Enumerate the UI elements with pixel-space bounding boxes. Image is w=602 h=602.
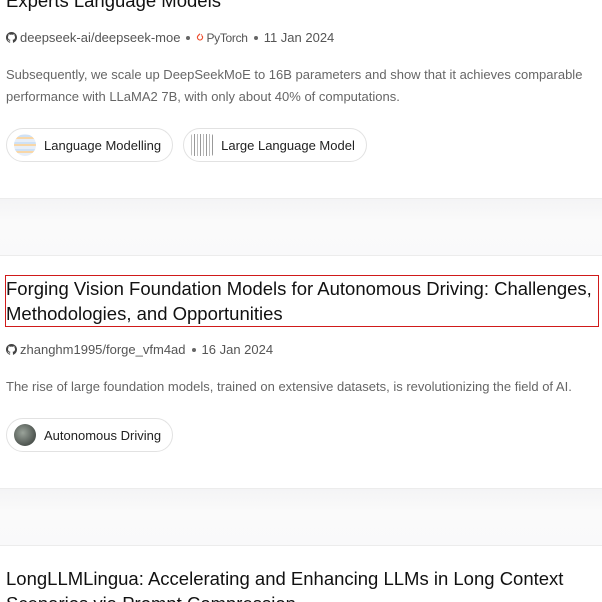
github-icon xyxy=(6,344,17,355)
pytorch-icon xyxy=(197,33,204,41)
github-icon xyxy=(6,32,17,43)
tag-label: Large Language Model xyxy=(221,137,355,153)
paper-card-longllmlingua: LongLLMLingua: Accelerating and Enhancin… xyxy=(0,546,602,602)
section-divider xyxy=(0,198,602,256)
paper-title[interactable]: LongLLMLingua: Accelerating and Enhancin… xyxy=(6,566,598,602)
paper-title[interactable]: Experts Language Models xyxy=(6,0,598,13)
task-tags: Autonomous Driving xyxy=(6,418,174,452)
task-tags: Language Modelling Large Language Model xyxy=(6,128,367,162)
task-thumbnail-icon xyxy=(14,424,36,446)
paper-card-forge-vfm4ad: Forging Vision Foundation Models for Aut… xyxy=(0,256,602,488)
repo-link[interactable]: deepseek-ai/deepseek-moe xyxy=(20,30,180,45)
tag-label: Language Modelling xyxy=(44,137,162,153)
tag-language-modelling[interactable]: Language Modelling xyxy=(6,128,174,162)
tag-large-language-model[interactable]: Large Language Model xyxy=(183,128,367,162)
paper-meta: deepseek-ai/deepseek-moe PyTorch 11 Jan … xyxy=(6,30,334,45)
paper-card-deepseek-moe: Experts Language Models deepseek-ai/deep… xyxy=(0,0,602,198)
framework-label: PyTorch xyxy=(206,30,248,45)
separator-dot xyxy=(253,35,258,40)
framework-badge: PyTorch xyxy=(196,30,248,45)
paper-date: 16 Jan 2024 xyxy=(201,342,274,357)
paper-title[interactable]: Forging Vision Foundation Models for Aut… xyxy=(5,275,599,327)
repo-link[interactable]: zhanghm1995/forge_vfm4ad xyxy=(20,342,186,357)
tag-autonomous-driving[interactable]: Autonomous Driving xyxy=(6,418,174,452)
paper-abstract: Subsequently, we scale up DeepSeekMoE to… xyxy=(6,67,583,104)
separator-dot xyxy=(186,35,191,40)
paper-date: 11 Jan 2024 xyxy=(263,30,335,45)
paper-meta: zhanghm1995/forge_vfm4ad 16 Jan 2024 xyxy=(6,342,273,357)
task-thumbnail-icon xyxy=(14,134,36,156)
section-divider xyxy=(0,488,602,546)
separator-dot xyxy=(191,347,196,352)
task-thumbnail-icon xyxy=(191,134,214,156)
paper-abstract: The rise of large foundation models, tra… xyxy=(6,379,572,394)
tag-label: Autonomous Driving xyxy=(44,427,162,443)
